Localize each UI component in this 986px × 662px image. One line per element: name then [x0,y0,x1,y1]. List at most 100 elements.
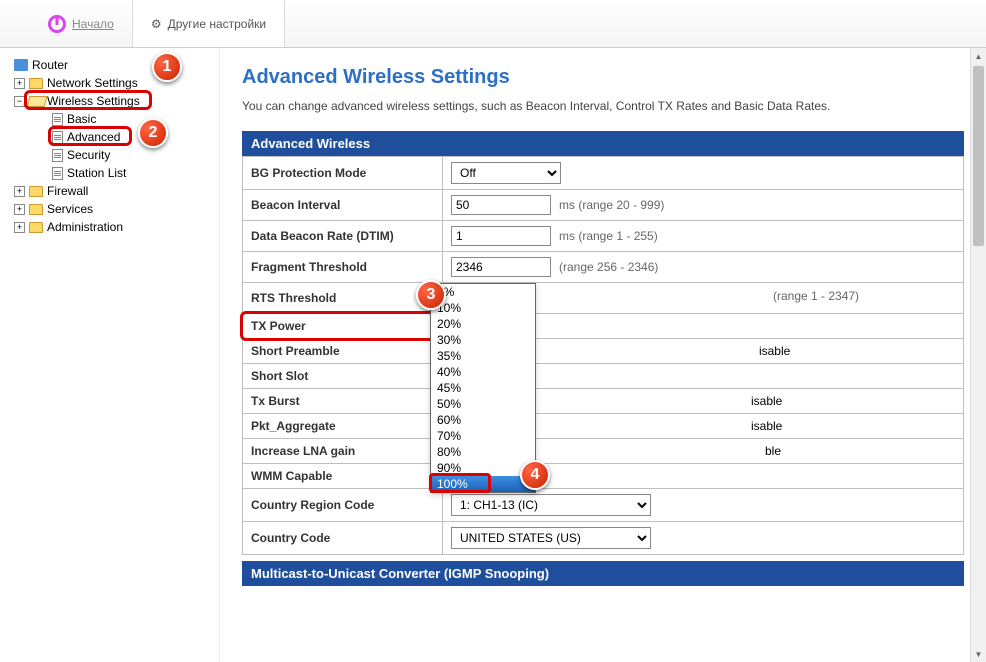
page-title: Advanced Wireless Settings [242,66,964,89]
row-burst: Tx Burst isable [243,389,964,414]
input-dtim[interactable] [451,226,551,246]
row-lna: Increase LNA gain ble [243,439,964,464]
sidebar-label: Security [67,148,110,162]
sidebar-item-services[interactable]: + Services [4,200,215,218]
val-preamble: isable [759,344,790,358]
settings-table: BG Protection Mode Off Beacon Interval m… [242,156,964,555]
sidebar-label: Basic [67,112,96,126]
label-bg-mode: BG Protection Mode [243,157,443,190]
scroll-down-arrow[interactable]: ▼ [971,646,986,662]
row-country: Country Code UNITED STATES (US) [243,522,964,555]
label-region: Country Region Code [243,489,443,522]
txpower-dropdown[interactable]: 5% 10% 20% 30% 35% 40% 45% 50% 60% 70% 8… [430,283,536,493]
tab-home[interactable]: Начало [30,0,132,47]
vertical-scrollbar[interactable]: ▲ ▼ [970,48,986,662]
dropdown-option[interactable]: 20% [431,316,535,332]
page-description: You can change advanced wireless setting… [242,99,964,113]
dropdown-option[interactable]: 40% [431,364,535,380]
sidebar-label: Station List [67,166,126,180]
header-bar: Начало ⚙ Другие настройки [0,0,986,48]
dropdown-option[interactable]: 60% [431,412,535,428]
folder-icon [29,222,43,233]
expand-icon[interactable]: + [14,222,25,233]
label-beacon: Beacon Interval [243,190,443,221]
sidebar-item-advanced[interactable]: Advanced [4,128,215,146]
dropdown-option[interactable]: 90% [431,460,535,476]
sidebar-item-network[interactable]: + Network Settings [4,74,215,92]
sidebar-item-security[interactable]: Security [4,146,215,164]
dropdown-option[interactable]: 5% [431,284,535,300]
power-icon [48,15,66,33]
sidebar-item-wireless[interactable]: − Wireless Settings [4,92,215,110]
tab-other-settings[interactable]: ⚙ Другие настройки [132,0,285,47]
row-pkt: Pkt_Aggregate isable [243,414,964,439]
row-wmm: WMM Capable [243,464,964,489]
row-preamble: Short Preamble Enable ○ Disable [243,339,964,364]
doc-icon [52,167,63,180]
input-beacon[interactable] [451,195,551,215]
scrollbar-thumb[interactable] [973,66,984,246]
sidebar-label: Administration [47,220,123,234]
folder-icon [29,204,43,215]
tab-other-label: Другие настройки [168,17,267,31]
val-pkt: isable [751,419,782,433]
hint-beacon: ms (range 20 - 999) [559,198,664,212]
dropdown-option[interactable]: 10% [431,300,535,316]
label-burst: Tx Burst [243,389,443,414]
sidebar: Router + Network Settings − Wireless Set… [0,48,220,662]
dropdown-option[interactable]: 45% [431,380,535,396]
sidebar-label: Firewall [47,184,88,198]
scroll-up-arrow[interactable]: ▲ [971,48,986,64]
main-content: Advanced Wireless Settings You can chang… [220,48,986,662]
val-lna: ble [765,444,781,458]
row-frag: Fragment Threshold (range 256 - 2346) [243,252,964,283]
gear-icon: ⚙ [151,17,162,31]
tab-home-label: Начало [72,17,114,31]
dropdown-option-selected[interactable]: 100% [431,476,535,492]
sidebar-item-stationlist[interactable]: Station List [4,164,215,182]
select-country[interactable]: UNITED STATES (US) [451,527,651,549]
sidebar-item-basic[interactable]: Basic [4,110,215,128]
dropdown-option[interactable]: 80% [431,444,535,460]
dropdown-option[interactable]: 30% [431,332,535,348]
sidebar-label: Router [32,58,68,72]
label-wmm: WMM Capable [243,464,443,489]
section-header-advanced-wireless: Advanced Wireless [242,131,964,156]
doc-icon [52,149,63,162]
section-header-multicast: Multicast-to-Unicast Converter (IGMP Sno… [242,561,964,586]
row-rts: RTS Threshold (range 1 - 2347) [243,283,964,314]
row-txpower: TX Power [243,314,964,339]
row-slot: Short Slot [243,364,964,389]
doc-icon [52,113,63,126]
select-region[interactable]: 1: CH1-13 (IC) [451,494,651,516]
label-rts: RTS Threshold [243,283,443,314]
collapse-icon[interactable]: − [14,96,25,107]
expand-icon[interactable]: + [14,78,25,89]
sidebar-label: Services [47,202,93,216]
folder-icon [29,78,43,89]
select-bg-mode[interactable]: Off [451,162,561,184]
input-frag[interactable] [451,257,551,277]
dropdown-option[interactable]: 35% [431,348,535,364]
sidebar-label: Wireless Settings [47,94,140,108]
sidebar-item-admin[interactable]: + Administration [4,218,215,236]
label-dtim: Data Beacon Rate (DTIM) [243,221,443,252]
dropdown-option[interactable]: 50% [431,396,535,412]
row-region: Country Region Code 1: CH1-13 (IC) [243,489,964,522]
router-icon [14,59,28,71]
label-txpower: TX Power [243,314,443,339]
label-lna: Increase LNA gain [243,439,443,464]
folder-icon [29,186,43,197]
sidebar-item-firewall[interactable]: + Firewall [4,182,215,200]
label-frag: Fragment Threshold [243,252,443,283]
sidebar-label: Network Settings [47,76,138,90]
label-pkt: Pkt_Aggregate [243,414,443,439]
expand-icon[interactable]: + [14,204,25,215]
dropdown-option[interactable]: 70% [431,428,535,444]
expand-icon[interactable]: + [14,186,25,197]
label-country: Country Code [243,522,443,555]
sidebar-item-router[interactable]: Router [4,56,215,74]
sidebar-label: Advanced [67,130,120,144]
doc-icon [52,131,63,144]
row-dtim: Data Beacon Rate (DTIM) ms (range 1 - 25… [243,221,964,252]
